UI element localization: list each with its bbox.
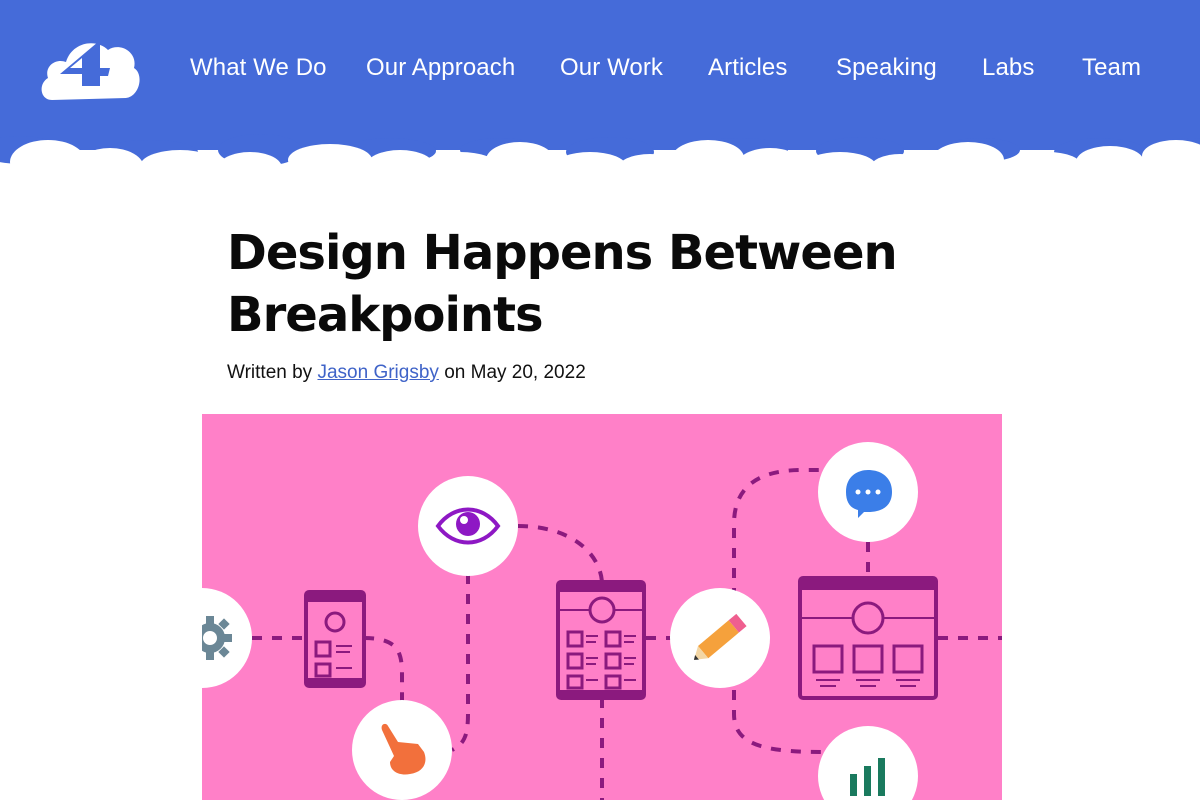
cloud-banner — [0, 0, 1200, 170]
hero-illustration — [202, 414, 1002, 800]
nav-our-work[interactable]: Our Work — [560, 52, 663, 84]
eye-icon — [418, 476, 518, 576]
hero-graphic — [202, 414, 1002, 800]
byline-date-prefix: on — [444, 362, 466, 383]
article-byline: Written by Jason Grigsby on May 20, 2022 — [227, 360, 586, 386]
tablet-wireframe-icon — [556, 580, 646, 700]
nav-speaking[interactable]: Speaking — [836, 52, 937, 84]
nav-team[interactable]: Team — [1082, 52, 1141, 84]
nav-articles[interactable]: Articles — [708, 52, 787, 84]
nav-our-approach[interactable]: Our Approach — [366, 52, 515, 84]
article-title: Design Happens Between Breakpoints — [227, 225, 898, 343]
article-date: May 20, 2022 — [470, 362, 586, 383]
main-nav: What We Do Our Approach Our Work Article… — [0, 52, 1200, 84]
byline-prefix: Written by — [227, 362, 313, 383]
desktop-wireframe-icon — [798, 576, 938, 700]
pencil-icon — [670, 588, 770, 688]
author-link[interactable]: Jason Grigsby — [317, 362, 438, 383]
site-header: What We Do Our Approach Our Work Article… — [0, 0, 1200, 170]
chat-bubble-icon — [818, 442, 918, 542]
phone-wireframe-icon — [304, 590, 366, 688]
pointer-hand-icon — [352, 700, 452, 800]
nav-what-we-do[interactable]: What We Do — [190, 52, 327, 84]
nav-labs[interactable]: Labs — [982, 52, 1034, 84]
